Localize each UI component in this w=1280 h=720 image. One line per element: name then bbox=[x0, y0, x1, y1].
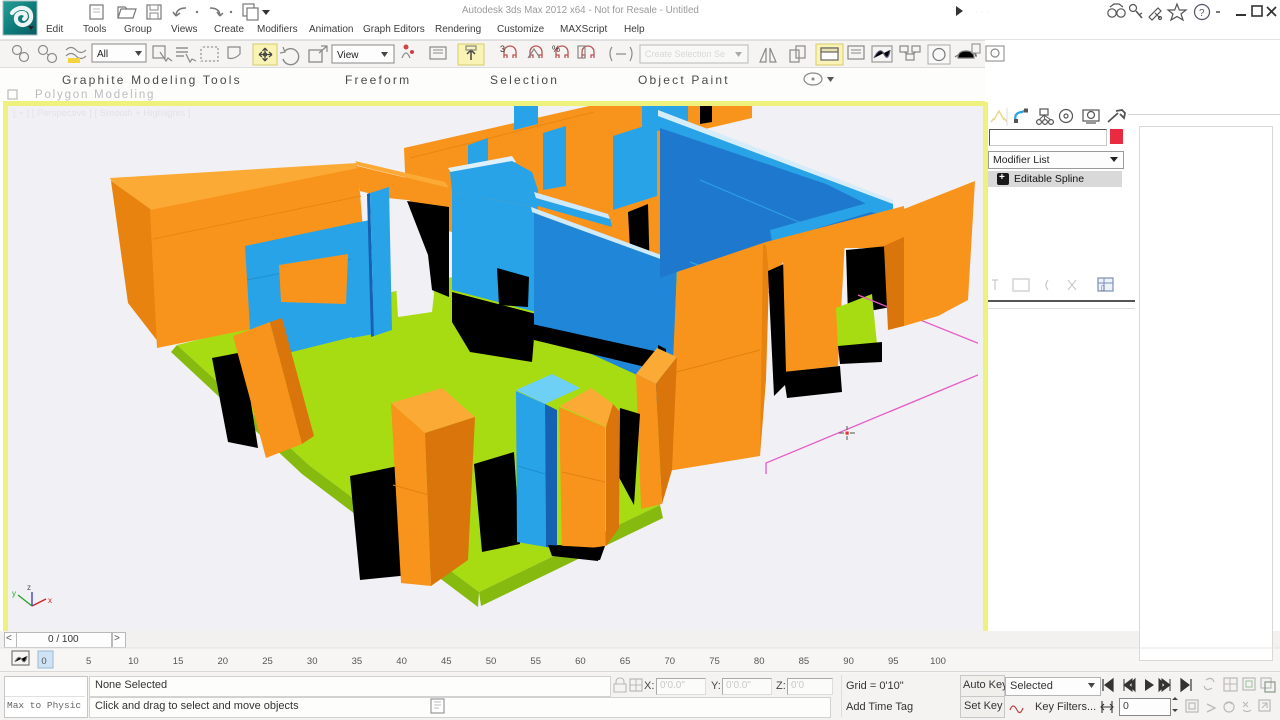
svg-text:?: ? bbox=[1199, 8, 1205, 19]
svg-text:35: 35 bbox=[352, 656, 363, 667]
svg-text:55: 55 bbox=[530, 656, 541, 667]
svg-text:3: 3 bbox=[500, 44, 505, 54]
svg-text:10: 10 bbox=[128, 656, 139, 667]
svg-text:View: View bbox=[337, 50, 359, 61]
svg-text:75: 75 bbox=[709, 656, 720, 667]
svg-text:90: 90 bbox=[843, 656, 854, 667]
svg-text:50: 50 bbox=[486, 656, 497, 667]
svg-text:0: 0 bbox=[41, 656, 46, 667]
svg-text:▯: ▯ bbox=[1101, 285, 1105, 292]
svg-text:· · ·: · · · bbox=[975, 7, 989, 17]
svg-text:70: 70 bbox=[665, 656, 676, 667]
svg-text:100: 100 bbox=[930, 656, 946, 667]
svg-text:All: All bbox=[97, 49, 108, 60]
svg-text:5: 5 bbox=[86, 656, 91, 667]
svg-text:45: 45 bbox=[441, 656, 452, 667]
svg-text:%: % bbox=[552, 44, 560, 54]
svg-text:65: 65 bbox=[620, 656, 631, 667]
svg-text:40: 40 bbox=[396, 656, 407, 667]
svg-text:85: 85 bbox=[799, 656, 810, 667]
svg-text:25: 25 bbox=[262, 656, 273, 667]
svg-text:80: 80 bbox=[754, 656, 765, 667]
svg-text:30: 30 bbox=[307, 656, 318, 667]
svg-text:20: 20 bbox=[218, 656, 229, 667]
svg-text:95: 95 bbox=[888, 656, 899, 667]
svg-text:15: 15 bbox=[173, 656, 184, 667]
svg-text:Create Selection Se: Create Selection Se bbox=[645, 49, 725, 59]
svg-text:60: 60 bbox=[575, 656, 586, 667]
